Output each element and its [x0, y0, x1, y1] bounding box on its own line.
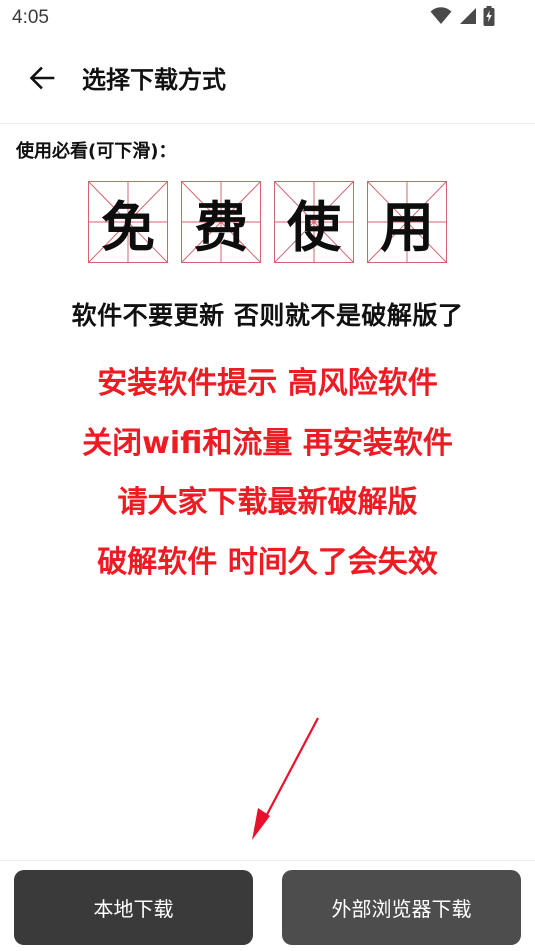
grid-char: 费	[194, 195, 248, 259]
app-bar: 选择下载方式	[0, 36, 535, 124]
notice-line-red: 破解软件 时间久了会失效	[97, 545, 438, 580]
status-time: 4:05	[12, 7, 49, 28]
back-button[interactable]	[22, 60, 62, 100]
arrow-left-icon	[29, 66, 55, 94]
status-bar: 4:05	[0, 0, 535, 36]
grid-char: 用	[380, 195, 434, 259]
signal-icon	[458, 7, 477, 29]
bottom-action-bar: 本地下载 外部浏览器下载	[0, 860, 535, 951]
wifi-icon	[430, 7, 452, 29]
battery-charging-icon	[483, 6, 495, 30]
page-title: 选择下载方式	[82, 66, 226, 94]
grid-char: 使	[287, 195, 341, 259]
notice-line-black: 软件不要更新 否则就不是破解版了	[71, 301, 464, 330]
grid-cell: 使	[274, 181, 354, 263]
grid-cell: 免	[88, 181, 168, 263]
notice-label: 使用必看(可下滑)：	[16, 141, 177, 162]
pointer-arrow-icon	[252, 717, 319, 840]
grid-cell: 费	[181, 181, 261, 263]
grid-char: 免	[101, 195, 155, 259]
grid-cell: 用	[367, 181, 447, 263]
status-icons	[430, 6, 495, 30]
notice-line-red: 关闭wifi和流量 再安装软件	[82, 426, 453, 461]
notice-line-red: 安装软件提示 高风险软件	[97, 366, 438, 401]
local-download-button[interactable]: 本地下载	[14, 870, 253, 945]
free-use-grid: 免 费 使 用	[88, 181, 448, 263]
notice-line-red: 请大家下载最新破解版	[117, 485, 418, 520]
browser-download-button[interactable]: 外部浏览器下载	[282, 870, 521, 945]
